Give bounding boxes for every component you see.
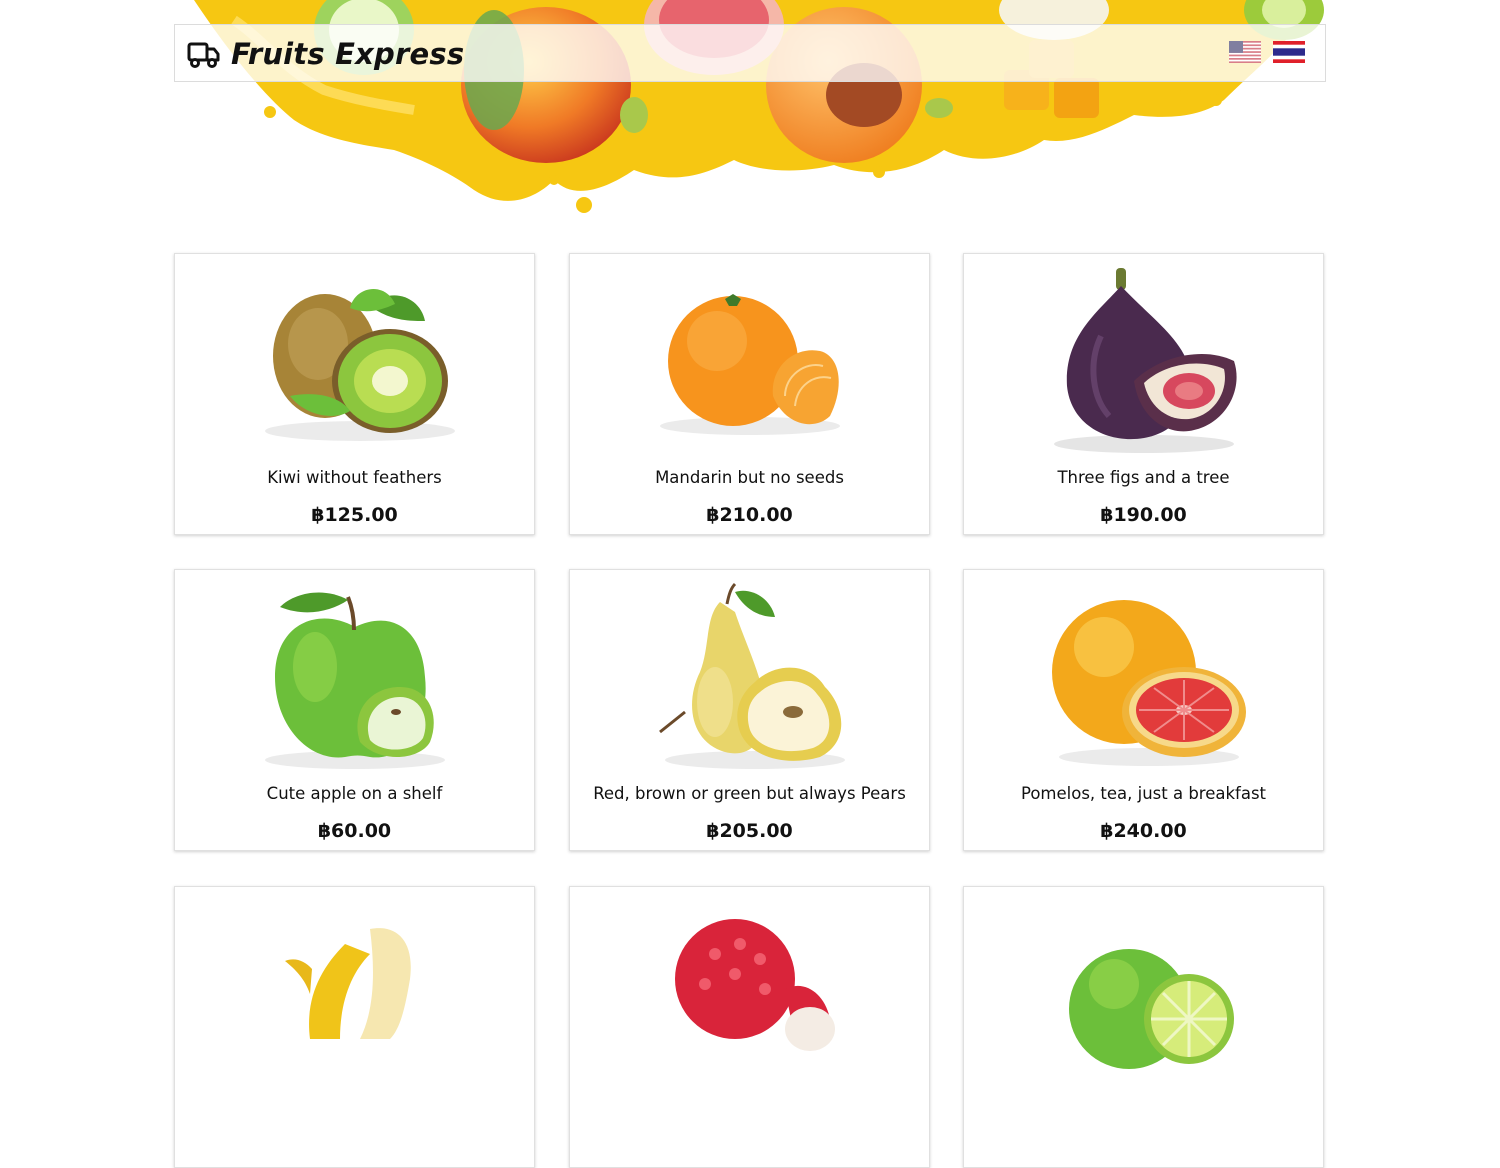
lychee-icon	[674, 919, 835, 1051]
language-switcher	[1229, 41, 1305, 63]
product-price: ฿205.00	[706, 820, 793, 842]
top-navbar: Fruits Express	[174, 24, 1326, 82]
banana-icon	[284, 928, 411, 1039]
product-name[interactable]: Cute apple on a shelf	[175, 784, 534, 803]
us-flag-icon[interactable]	[1229, 41, 1261, 63]
th-flag-icon[interactable]	[1273, 41, 1305, 63]
mandarin-icon	[659, 294, 840, 435]
product-name[interactable]: Kiwi without feathers	[175, 468, 534, 487]
product-card[interactable]: Red, brown or green but always Pears ฿20…	[569, 569, 930, 851]
product-card[interactable]: Cute apple on a shelf ฿60.00	[174, 569, 535, 851]
lime-icon	[1068, 949, 1234, 1069]
product-price: ฿190.00	[1100, 504, 1187, 526]
product-card[interactable]: Three figs and a tree ฿190.00	[963, 253, 1324, 535]
product-price: ฿60.00	[317, 820, 392, 842]
pomelo-icon	[1051, 600, 1246, 766]
product-price: ฿210.00	[706, 504, 793, 526]
brand-link[interactable]: Fruits Express	[187, 37, 464, 71]
brand-name: Fruits Express	[231, 37, 465, 71]
product-card[interactable]: Pomelos, tea, just a breakfast ฿240.00	[963, 569, 1324, 851]
truck-icon	[187, 42, 220, 68]
product-price: ฿125.00	[311, 504, 398, 526]
kiwi-icon	[264, 288, 455, 441]
product-card[interactable]	[963, 886, 1324, 1168]
product-name[interactable]: Mandarin but no seeds	[570, 468, 929, 487]
product-name[interactable]: Red, brown or green but always Pears	[570, 784, 929, 803]
product-card[interactable]	[569, 886, 930, 1168]
product-price: ฿240.00	[1100, 820, 1187, 842]
pear-icon	[658, 582, 845, 769]
apple-icon	[264, 592, 445, 769]
product-card[interactable]	[174, 886, 535, 1168]
product-name[interactable]: Three figs and a tree	[964, 468, 1323, 487]
product-card[interactable]: Mandarin but no seeds ฿210.00	[569, 253, 930, 535]
product-name[interactable]: Pomelos, tea, just a breakfast	[964, 784, 1323, 803]
fig-icon	[1053, 268, 1237, 453]
product-card[interactable]: Kiwi without feathers ฿125.00	[174, 253, 535, 535]
